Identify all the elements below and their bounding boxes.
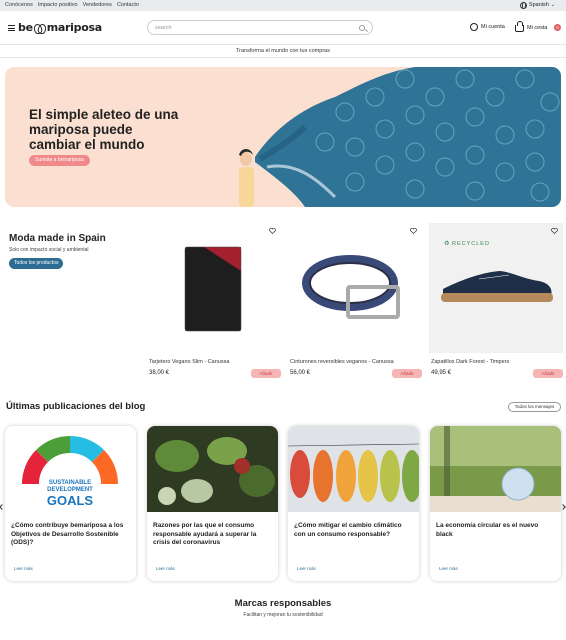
product-name[interactable]: Tarjetero Vegano Slim - Canussa xyxy=(149,359,229,365)
search-input[interactable] xyxy=(155,24,345,32)
product-price: 49,95 € xyxy=(431,370,452,376)
blog-post-title[interactable]: Razones por las que el consumo responsab… xyxy=(153,522,273,548)
blog-card[interactable]: ¿Cómo mitigar el cambio climático con un… xyxy=(288,426,419,581)
logo-text-mariposa: mariposa xyxy=(46,21,102,34)
blog-post-title[interactable]: La economía circular es el nuevo black xyxy=(436,522,556,539)
heart-icon[interactable] xyxy=(410,228,417,234)
carousel-next-icon[interactable] xyxy=(560,504,566,510)
blog-post-title[interactable]: ¿Cómo mitigar el cambio climático con un… xyxy=(294,522,414,539)
product-card[interactable]: RECYCLED ♻ Zapatillos Dark Forest - Timp… xyxy=(429,223,563,383)
read-more-link[interactable]: Leer más xyxy=(14,566,33,571)
cart-link[interactable]: Mi cesta xyxy=(515,21,548,32)
blog-post-title[interactable]: ¿Cómo contribuye bemariposa a los Objeti… xyxy=(11,522,131,548)
read-more-link[interactable]: Leer más xyxy=(156,566,175,571)
link-conocenos[interactable]: Conócenos xyxy=(5,2,33,8)
read-more-link[interactable]: Leer más xyxy=(439,566,458,571)
blog-card[interactable]: SUSTAINABLE DEVELOPMENT GOALS ¿Cómo cont… xyxy=(5,426,136,581)
logo[interactable]: be mariposa xyxy=(18,21,102,34)
top-utility-bar: Conócenos Impacto positivo Vendedores Co… xyxy=(0,0,566,11)
product-image-wallet[interactable] xyxy=(147,223,281,353)
read-more-link[interactable]: Leer más xyxy=(297,566,316,571)
all-products-button[interactable]: Todos los productos xyxy=(9,258,64,269)
search-box xyxy=(147,20,373,35)
blog-image-leaves[interactable] xyxy=(288,426,419,512)
product-card[interactable]: Cinturones reversibles veganos - Canussa… xyxy=(288,223,422,383)
brands-title: Marcas responsables xyxy=(234,598,332,609)
add-to-cart-button[interactable]: Añadir xyxy=(392,369,422,378)
product-price: 38,00 € xyxy=(149,370,170,376)
top-links: Conócenos Impacto positivo Vendedores Co… xyxy=(5,2,139,8)
link-impacto[interactable]: Impacto positivo xyxy=(38,2,78,8)
user-icon xyxy=(470,23,478,31)
logo-text-be: be xyxy=(18,21,33,34)
language-selector[interactable]: Spanish ⌄ xyxy=(519,1,555,9)
product-name[interactable]: Zapatillos Dark Forest - Timpers xyxy=(431,359,509,365)
blog-title: Últimas publicaciones del blog xyxy=(6,401,146,412)
menu-icon[interactable] xyxy=(8,25,15,31)
blog-image-glass-ball[interactable] xyxy=(430,426,561,512)
link-contacto[interactable]: Contacto xyxy=(117,2,139,8)
brands-subtitle: Facilitan y mejoran tu sostenibilidad xyxy=(243,612,323,618)
cart-label: Mi cesta xyxy=(527,24,548,31)
sdg-text-3: GOALS xyxy=(47,493,94,508)
join-button[interactable]: Sumate a bemariposa xyxy=(29,155,90,166)
moda-subtitle: Solo con impacto social y ambiental xyxy=(9,247,89,253)
moda-title: Moda made in Spain xyxy=(9,233,106,244)
heart-icon[interactable] xyxy=(269,228,276,234)
sdg-text-1: SUSTAINABLE xyxy=(49,480,91,486)
globe-icon xyxy=(519,1,527,9)
butterfly-logo-icon xyxy=(34,23,46,33)
blog-image-vegetables[interactable] xyxy=(147,426,278,512)
cart-count-badge: 0 xyxy=(554,24,561,31)
tagline: Transforma el mundo con tus compras xyxy=(0,44,566,58)
product-name[interactable]: Cinturones reversibles veganos - Canussa xyxy=(290,359,394,365)
recycled-badge: RECYCLED xyxy=(452,241,490,247)
account-label: Mi cuenta xyxy=(481,24,505,30)
product-image-belt[interactable] xyxy=(288,223,422,353)
main-header: be mariposa Mi cuenta Mi cesta 0 xyxy=(0,11,566,44)
search-icon[interactable] xyxy=(359,24,365,31)
all-posts-button[interactable]: Todos los mensajes xyxy=(508,402,561,412)
basket-icon xyxy=(515,21,524,32)
hero-banner: El simple aleteo de una mariposa puede c… xyxy=(5,67,561,207)
product-card[interactable]: Tarjetero Vegano Slim - Canussa 38,00 € … xyxy=(147,223,281,383)
recycle-icon: ♻ xyxy=(444,241,450,247)
add-to-cart-button[interactable]: Añadir xyxy=(533,369,563,378)
link-vendedores[interactable]: Vendedores xyxy=(83,2,112,8)
blog-card[interactable]: Razones por las que el consumo responsab… xyxy=(147,426,278,581)
blog-card[interactable]: La economía circular es el nuevo black L… xyxy=(430,426,561,581)
account-link[interactable]: Mi cuenta xyxy=(470,23,505,31)
add-to-cart-button[interactable]: Añadir xyxy=(251,369,281,378)
heart-icon[interactable] xyxy=(551,228,558,234)
blog-image-sdg[interactable]: SUSTAINABLE DEVELOPMENT GOALS xyxy=(5,426,136,512)
product-price: 56,00 € xyxy=(290,370,311,376)
language-label: Spanish xyxy=(528,2,549,8)
hero-title: El simple aleteo de una mariposa puede c… xyxy=(29,107,179,152)
chevron-down-icon: ⌄ xyxy=(550,2,555,8)
